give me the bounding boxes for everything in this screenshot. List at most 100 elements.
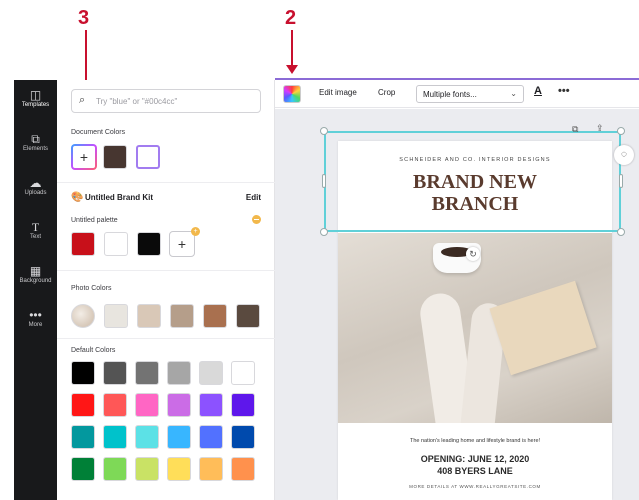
default-colors-label: Default Colors [71,347,116,354]
default-color-swatch[interactable] [231,393,255,417]
comment-icon[interactable]: ◌ [614,145,634,165]
poster-opening-block[interactable]: OPENING: JUNE 12, 2020 408 BYERS LANE [338,453,612,477]
selection-box[interactable] [324,131,621,232]
rail-item-label: More [28,322,43,328]
side-resize-handle[interactable] [322,174,326,188]
default-color-swatch[interactable] [199,361,223,385]
rail-item-label: Elements [22,146,48,152]
photo-color-swatch[interactable] [203,304,227,328]
photo-thumbnail[interactable] [71,304,95,328]
left-rail: ◫ Templates ⧉ Elements ☁ Uploads T Text … [14,80,57,500]
palette-swatch[interactable] [104,232,128,256]
brand-kit-header: 🎨 Untitled Brand Kit Edit [71,192,261,206]
photo-colors-label: Photo Colors [71,285,112,292]
default-color-swatch[interactable] [199,425,223,449]
rail-item-label: Templates [21,102,50,108]
rail-item-label: Text [29,234,41,240]
default-color-swatch[interactable] [135,425,159,449]
photo-color-swatch[interactable] [170,304,194,328]
default-color-swatch[interactable] [135,393,159,417]
color-search-input[interactable] [96,93,256,109]
text-color-button[interactable]: A [531,85,545,103]
default-color-swatch[interactable] [71,393,95,417]
default-color-swatch[interactable] [103,425,127,449]
rail-item-templates[interactable]: ◫ Templates [14,88,57,108]
resize-handle[interactable] [617,228,625,236]
rail-item-elements[interactable]: ⧉ Elements [14,132,57,152]
default-color-swatch[interactable] [231,361,255,385]
more-options-button[interactable]: ••• [558,85,570,97]
callout-2: 2 [285,7,297,29]
resize-handle[interactable] [617,127,625,135]
default-color-swatch[interactable] [167,393,191,417]
document-color-swatch[interactable] [103,145,127,169]
document-colors-label: Document Colors [71,129,126,136]
search-icon: ⌕ [79,94,86,106]
canva-editor: 3 2 1 ◫ Templates ⧉ Elements ☁ Uploads T… [0,0,639,500]
duplicate-icon[interactable]: ⧉ [572,124,578,135]
side-resize-handle[interactable] [619,174,623,188]
section-divider [57,270,275,271]
default-color-swatch[interactable] [199,457,223,481]
palette-label: Untitled palette [71,217,118,224]
edit-image-button[interactable]: Edit image [319,88,357,97]
crop-button[interactable]: Crop [378,88,395,97]
default-color-swatch[interactable] [103,393,127,417]
palette-swatch[interactable] [137,232,161,256]
photo-color-swatch[interactable] [104,304,128,328]
text-color-picker-button[interactable] [283,85,301,103]
color-search[interactable]: ⌕ [71,89,261,113]
callout-3: 3 [78,7,90,29]
templates-icon: ◫ [29,88,42,102]
default-color-swatch[interactable] [71,361,95,385]
rail-item-text[interactable]: T Text [14,220,57,240]
share-icon[interactable]: ⇪ [596,123,604,134]
default-color-swatch[interactable] [231,425,255,449]
brand-kit-title: Untitled Brand Kit [85,193,153,202]
rail-item-label: Uploads [24,190,47,196]
default-color-swatch[interactable] [135,457,159,481]
default-color-swatch[interactable] [103,361,127,385]
default-color-swatch[interactable] [167,457,191,481]
photo-book [489,280,597,376]
poster-photo[interactable] [338,233,612,423]
context-toolbar: Edit image Crop Multiple fonts... ⌄ A ••… [275,80,639,108]
resize-handle[interactable] [320,228,328,236]
resize-handle[interactable] [320,127,328,135]
brand-kit-edit-link[interactable]: Edit [246,193,261,202]
photo-color-swatch[interactable] [236,304,260,328]
default-color-swatch[interactable] [135,361,159,385]
default-color-swatch[interactable] [199,393,223,417]
add-palette-color-button[interactable]: + [169,231,195,257]
photo-color-swatch[interactable] [137,304,161,328]
default-color-swatch[interactable] [71,425,95,449]
palette-swatch[interactable] [71,232,95,256]
section-divider [57,338,275,339]
rail-item-uploads[interactable]: ☁ Uploads [14,176,57,196]
default-color-swatch[interactable] [167,425,191,449]
default-color-swatch[interactable] [103,457,127,481]
chevron-down-icon: ⌄ [510,89,517,98]
rotate-icon[interactable]: ↻ [466,247,480,261]
poster-footer[interactable]: MORE DETAILS AT WWW.REALLYGREATSITE.COM [338,484,612,489]
text-icon: T [31,220,40,234]
brand-kit-icon: 🎨 [71,192,84,203]
rail-item-background[interactable]: ▦ Background [14,264,57,284]
default-color-swatch[interactable] [71,457,95,481]
add-document-color-button[interactable]: + [71,144,97,170]
default-color-swatch[interactable] [167,361,191,385]
poster-tagline[interactable]: The nation's leading home and lifestyle … [338,438,612,444]
document-color-swatch[interactable] [136,145,160,169]
design-canvas: SCHNEIDER AND CO. INTERIOR DESIGNS BRAND… [275,109,639,500]
brand-kit-collapse-icon[interactable] [252,215,261,224]
elements-icon: ⧉ [31,132,40,146]
default-color-swatch[interactable] [231,457,255,481]
font-dropdown[interactable]: Multiple fonts... ⌄ [416,85,524,103]
poster-opening-date: OPENING: JUNE 12, 2020 [420,454,530,464]
rail-item-more[interactable]: ••• More [14,308,57,328]
callout-2-arrow [286,30,298,74]
font-dropdown-value: Multiple fonts... [423,90,477,99]
poster-address: 408 BYERS LANE [437,466,513,476]
background-icon: ▦ [29,264,42,278]
color-panel: ⌕ Document Colors + 🎨 Untitled Brand Kit… [57,80,275,500]
